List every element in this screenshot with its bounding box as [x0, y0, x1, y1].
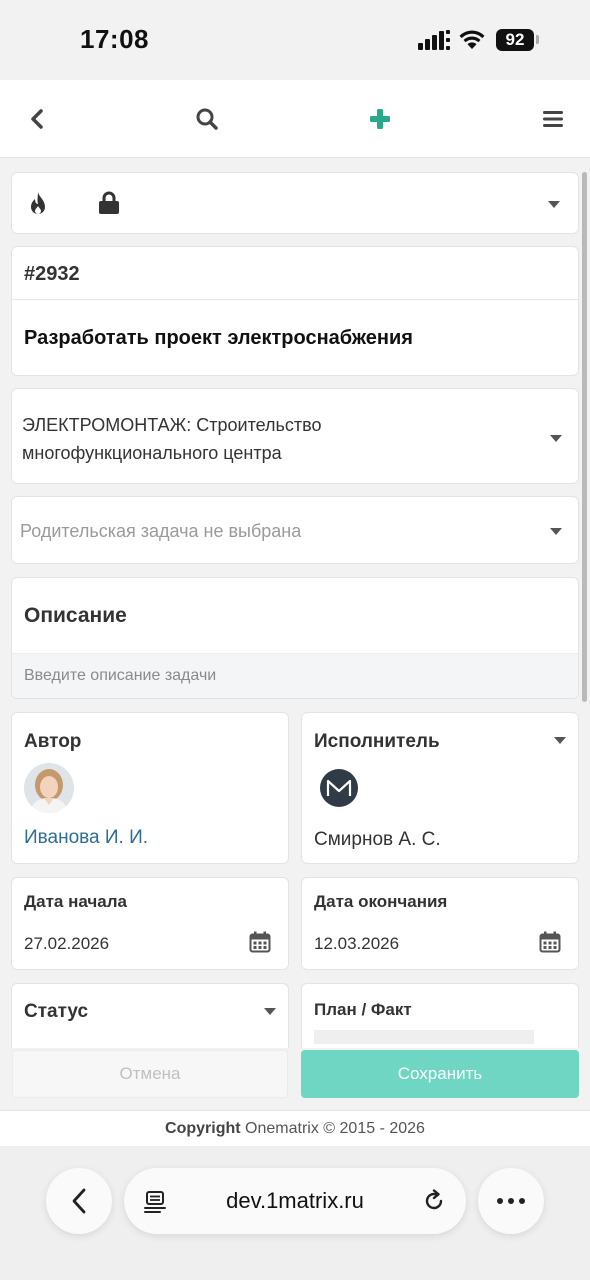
signal-icon [418, 30, 450, 50]
battery-tip [536, 35, 539, 44]
save-button[interactable]: Сохранить [301, 1050, 579, 1098]
wifi-icon [459, 30, 485, 49]
plan-fact-card: План / Факт [301, 983, 579, 1048]
status-time: 17:08 [80, 24, 149, 54]
assignee-card[interactable]: Исполнитель Смирнов А. С. [301, 712, 579, 864]
priority-row[interactable] [11, 172, 579, 234]
battery-indicator: 92 [496, 29, 534, 51]
parent-task-select[interactable]: Родительская задача не выбрана [11, 496, 579, 564]
author-card: Автор Иванова И. И. [11, 712, 289, 864]
description-label: Описание [24, 604, 127, 627]
end-date-label: Дата окончания [314, 892, 448, 911]
start-date-value[interactable]: 27.02.2026 [24, 934, 109, 954]
calendar-icon[interactable] [249, 931, 271, 953]
plus-icon[interactable] [365, 104, 395, 134]
footer: Copyright Onematrix © 2015 - 2026 [0, 1110, 590, 1146]
copyright-text: Onematrix © 2015 - 2026 [245, 1120, 425, 1137]
end-date-value[interactable]: 12.03.2026 [314, 934, 399, 954]
chevron-down-icon[interactable] [554, 737, 566, 744]
project-select[interactable]: ЭЛЕКТРОМОНТАЖ: Строительство многофункци… [11, 388, 579, 484]
task-id: #2932 [24, 263, 80, 285]
description-card: Описание Введите описание задачи [11, 577, 579, 699]
description-input[interactable]: Введите описание задачи [12, 653, 578, 698]
form-actions: Отмена Сохранить [0, 1048, 590, 1110]
start-date-field[interactable]: Дата начала 27.02.2026 [11, 877, 289, 970]
chevron-down-icon[interactable] [550, 435, 562, 442]
browser-more-button[interactable] [478, 1168, 544, 1234]
lock-icon[interactable] [98, 191, 120, 215]
start-date-label: Дата начала [24, 892, 127, 911]
plan-fact-label: План / Факт [314, 1000, 412, 1019]
fire-icon[interactable] [28, 191, 48, 217]
calendar-icon[interactable] [539, 931, 561, 953]
chevron-down-icon[interactable] [264, 1008, 276, 1015]
chevron-down-icon[interactable] [548, 201, 560, 208]
chevron-left-icon [72, 1188, 86, 1214]
chevron-down-icon[interactable] [550, 528, 562, 535]
status-bar: 17:08 92 [0, 0, 590, 80]
browser-back-button[interactable] [46, 1168, 112, 1234]
task-title[interactable]: Разработать проект электроснабжения [24, 327, 413, 350]
assignee-label: Исполнитель [314, 731, 440, 752]
back-icon[interactable] [22, 104, 52, 134]
hamburger-icon[interactable] [538, 104, 568, 134]
browser-toolbar: dev.1matrix.ru [0, 1146, 590, 1280]
project-value: ЭЛЕКТРОМОНТАЖ: Строительство многофункци… [22, 415, 322, 463]
more-dots-icon [497, 1198, 525, 1204]
status-select[interactable]: Статус [11, 983, 289, 1048]
author-name-link[interactable]: Иванова И. И. [24, 827, 148, 849]
copyright-label: Copyright [165, 1120, 241, 1137]
status-label: Статус [24, 1001, 89, 1022]
address-url: dev.1matrix.ru [226, 1188, 364, 1213]
reload-icon[interactable] [422, 1189, 446, 1213]
plan-fact-bar [314, 1030, 534, 1044]
assignee-avatar[interactable] [320, 769, 358, 807]
scrollbar[interactable] [582, 172, 587, 702]
author-label: Автор [24, 731, 82, 752]
parent-task-placeholder: Родительская задача не выбрана [20, 521, 302, 541]
top-navbar [0, 80, 590, 158]
search-icon[interactable] [192, 104, 222, 134]
description-placeholder: Введите описание задачи [24, 667, 217, 684]
end-date-field[interactable]: Дата окончания 12.03.2026 [301, 877, 579, 970]
task-form: #2932 Разработать проект электроснабжени… [0, 158, 590, 1048]
address-bar[interactable]: dev.1matrix.ru [124, 1168, 466, 1234]
task-header-card: #2932 Разработать проект электроснабжени… [11, 246, 579, 376]
assignee-name: Смирнов А. С. [314, 829, 441, 850]
author-avatar[interactable] [24, 763, 74, 813]
cancel-button[interactable]: Отмена [12, 1050, 288, 1098]
divider [12, 299, 578, 300]
